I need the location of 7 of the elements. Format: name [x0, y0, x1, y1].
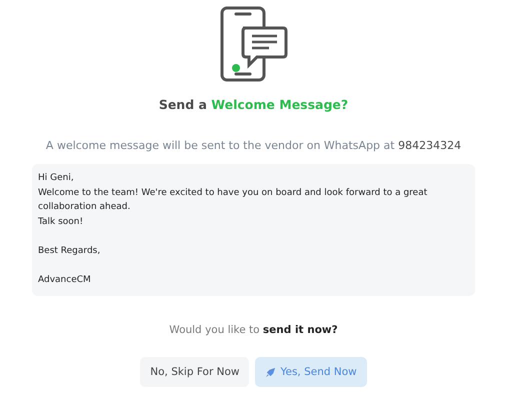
question-text: Would you like to send it now? [169, 324, 338, 336]
dialog-title: Send a Welcome Message? [158, 97, 348, 112]
subtitle-text: A welcome message will be sent to the vendor on WhatsApp at 984234324 [46, 139, 462, 152]
phone-message-icon [218, 6, 288, 82]
skip-button[interactable]: No, Skip For Now [140, 357, 250, 387]
rocket-icon [265, 366, 276, 378]
message-field[interactable]: Hi Geni, Welcome to the team! We're excited to have you on board and look forward to a great collaboration ahead. Talk soon! Best Regards, AdvanceCM [32, 164, 475, 296]
